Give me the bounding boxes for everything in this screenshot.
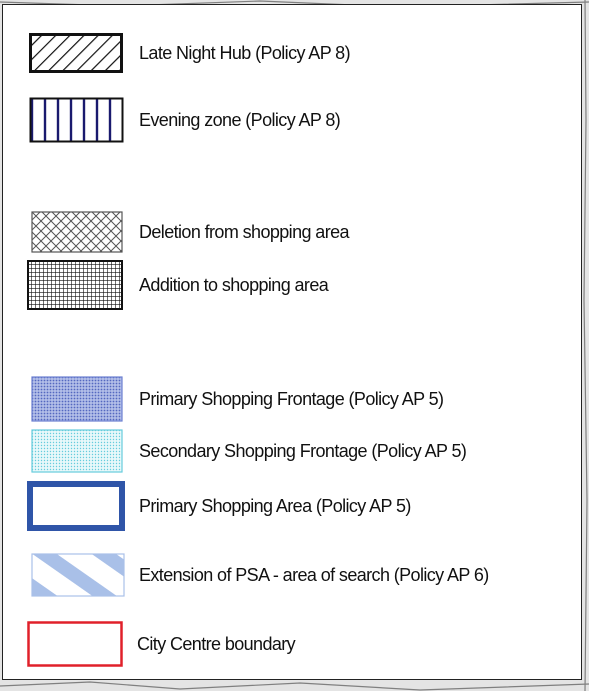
legend-label: Late Night Hub (Policy AP 8) bbox=[139, 42, 351, 63]
vertical-stripes-swatch-icon bbox=[29, 97, 124, 143]
legend-label: Addition to shopping area bbox=[139, 274, 329, 295]
diagonal-hatch-swatch-icon bbox=[29, 33, 123, 73]
legend-item-psa-extension: Extension of PSA - area of search (Polic… bbox=[3, 553, 581, 597]
legend-item-primary-frontage: Primary Shopping Frontage (Policy AP 5) bbox=[3, 376, 581, 422]
legend-label: Primary Shopping Area (Policy AP 5) bbox=[139, 495, 411, 516]
legend-label: Primary Shopping Frontage (Policy AP 5) bbox=[139, 388, 444, 409]
legend-item-late-night-hub: Late Night Hub (Policy AP 8) bbox=[3, 33, 581, 77]
thick-outline-swatch-icon bbox=[27, 481, 125, 531]
legend-label: Evening zone (Policy AP 8) bbox=[139, 109, 341, 130]
legend-label: Secondary Shopping Frontage (Policy AP 5… bbox=[139, 440, 467, 461]
legend-label: Deletion from shopping area bbox=[139, 221, 350, 242]
light-dots-swatch-icon bbox=[31, 429, 123, 473]
grid-swatch-icon bbox=[27, 260, 123, 310]
map-legend: Late Night Hub (Policy AP 8) Evening zon… bbox=[2, 4, 582, 680]
wide-diagonal-stripes-swatch-icon bbox=[31, 553, 125, 597]
cross-hatch-swatch-icon bbox=[31, 211, 123, 253]
outline-swatch-icon bbox=[27, 621, 123, 667]
legend-item-primary-area: Primary Shopping Area (Policy AP 5) bbox=[3, 481, 581, 531]
legend-label: City Centre boundary bbox=[137, 633, 296, 654]
legend-item-secondary-frontage: Secondary Shopping Frontage (Policy AP 5… bbox=[3, 429, 581, 473]
legend-item-addition: Addition to shopping area bbox=[3, 260, 581, 310]
legend-item-deletion: Deletion from shopping area bbox=[3, 211, 581, 255]
dense-dots-swatch-icon bbox=[31, 376, 123, 422]
legend-item-evening-zone: Evening zone (Policy AP 8) bbox=[3, 97, 581, 143]
legend-label: Extension of PSA - area of search (Polic… bbox=[139, 564, 489, 585]
legend-item-city-centre: City Centre boundary bbox=[3, 621, 581, 667]
